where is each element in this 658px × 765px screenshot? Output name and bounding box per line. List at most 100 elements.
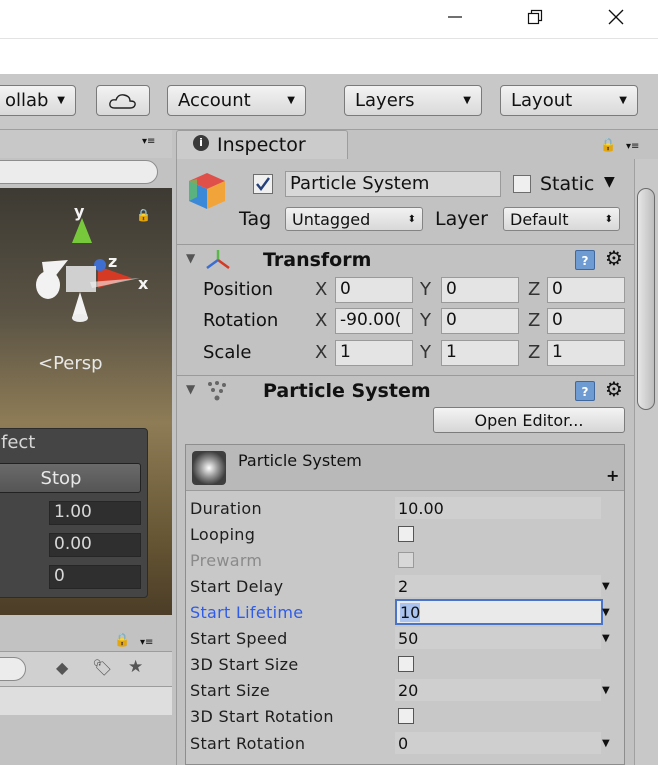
start-size-field[interactable]: 20 [395,679,601,701]
panel-menu-icon[interactable]: ▾≡ [142,136,155,147]
start-delay-dropdown-icon[interactable]: ▼ [602,581,610,592]
label-tag-icon[interactable]: 🏷 [92,658,112,677]
playback-time-value: 0.00 [54,534,92,554]
start-delay-row: Start Delay 2 ▼ [190,573,622,599]
object-name-field[interactable]: Particle System [285,171,501,197]
foldout-arrow-icon[interactable]: ▼ [186,251,195,265]
axis-x-label: X [315,279,328,300]
duration-value: 10.00 [398,498,444,518]
particle-system-header[interactable]: ▼ Particle System ? ⚙ [177,375,635,405]
layer-label: Layer [435,208,488,230]
rotation-y-field[interactable]: 0 [441,308,519,334]
duration-field[interactable]: 10.00 [395,497,601,519]
tag-dropdown[interactable]: Untagged ⬍ [285,207,423,231]
minimize-button[interactable] [432,0,478,34]
panel-menu-icon[interactable]: ▾≡ [140,637,153,648]
axis-y-label: Y [420,279,431,300]
layout-dropdown[interactable]: Layout ▼ [500,85,638,116]
start-rotation-dropdown-icon[interactable]: ▼ [602,738,610,749]
close-button[interactable] [593,0,639,34]
project-search-input[interactable] [0,657,26,681]
particles-count-field[interactable]: 0 [49,565,141,589]
start-lifetime-dropdown-icon[interactable]: ▼ [602,607,610,618]
inspector-tab-label: Inspector [217,134,306,156]
start-delay-label: Start Delay [190,576,284,596]
start-speed-label: Start Speed [190,628,288,648]
persp-text: Persp [53,353,103,374]
3d-start-rotation-label: 3D Start Rotation [190,706,334,726]
axis-x-label: X [315,342,328,363]
scale-z-field[interactable]: 1 [547,340,625,366]
persp-arrow-icon: < [38,353,54,374]
lock-icon[interactable]: 🔒 [600,138,616,153]
lock-icon[interactable]: 🔒 [136,208,151,222]
static-checkbox[interactable] [513,175,531,193]
rotation-z-field[interactable]: 0 [547,308,625,334]
persp-label[interactable]: <Persp [38,353,103,374]
add-module-plus-icon[interactable]: + [606,466,619,485]
cloud-button[interactable] [96,85,150,116]
account-dropdown[interactable]: Account ▼ [167,85,306,116]
playback-time-field[interactable]: 0.00 [49,533,141,557]
open-editor-button[interactable]: Open Editor... [433,407,625,433]
duration-row: Duration 10.00 [190,495,622,521]
lock-icon[interactable]: 🔒 [114,633,130,648]
position-z-field[interactable]: 0 [547,277,625,303]
scale-x-field[interactable]: 1 [335,340,413,366]
gear-icon[interactable]: ⚙ [605,246,623,270]
axis-z-label: Z [528,310,541,331]
playback-speed-field[interactable]: 1.00 [49,501,141,525]
chevron-down-icon: ▼ [287,95,295,106]
module-header[interactable]: Particle System + [186,445,624,491]
gizmo-x-label: x [138,274,149,293]
panel-menu-icon[interactable]: ▾≡ [626,141,639,152]
3d-start-rotation-checkbox[interactable] [398,708,414,724]
layer-value: Default [510,209,569,229]
stop-button[interactable]: Stop [0,463,141,493]
prewarm-checkbox [398,552,414,568]
layer-dropdown[interactable]: Default ⬍ [503,207,620,231]
favorite-star-icon[interactable]: ★ [128,657,143,677]
collab-dropdown[interactable]: ollab ▼ [0,85,76,116]
static-label: Static [540,173,595,195]
start-size-row: Start Size 20 ▼ [190,677,622,703]
static-dropdown-icon[interactable]: ▼ [604,174,615,190]
gameobject-cube-icon [189,173,225,209]
start-rotation-field[interactable]: 0 [395,732,601,754]
scale-y-field[interactable]: 1 [441,340,519,366]
scene-search-input[interactable] [0,160,158,184]
3d-start-size-checkbox[interactable] [398,656,414,672]
rotation-y-value: 0 [446,310,457,330]
position-x-field[interactable]: 0 [335,277,413,303]
start-delay-field[interactable]: 2 [395,575,601,597]
foldout-arrow-icon[interactable]: ▼ [186,382,195,396]
looping-checkbox[interactable] [398,526,414,542]
start-speed-field[interactable]: 50 [395,627,601,649]
tab-inspector[interactable]: i Inspector [176,130,348,160]
position-y-field[interactable]: 0 [441,277,519,303]
collab-label: ollab [5,90,49,111]
layers-dropdown[interactable]: Layers ▼ [344,85,482,116]
rotation-z-value: 0 [552,310,563,330]
transform-header[interactable]: ▼ Transform ? ⚙ [177,244,635,274]
particle-system-icon [208,381,226,401]
start-lifetime-field[interactable]: 10 [395,599,603,625]
effect-title: fect [1,432,36,453]
help-book-icon[interactable]: ? [575,381,595,401]
gear-icon[interactable]: ⚙ [605,377,623,401]
inspector-scroll-thumb[interactable] [637,188,655,410]
particles-count-value: 0 [54,566,65,586]
rotation-x-field[interactable]: -90.00( [335,308,413,334]
scale-z-value: 1 [552,342,563,362]
start-speed-dropdown-icon[interactable]: ▼ [602,633,610,644]
active-checkbox[interactable] [253,174,273,194]
start-size-dropdown-icon[interactable]: ▼ [602,685,610,696]
account-label: Account [178,90,251,111]
filter-type-icon[interactable]: ◆ [56,658,68,677]
3d-start-size-label: 3D Start Size [190,654,299,674]
chevron-down-icon: ▼ [619,95,627,106]
help-book-icon[interactable]: ? [575,250,595,270]
rotation-label: Rotation [203,310,279,331]
maximize-button[interactable] [512,0,558,34]
cloud-icon [109,93,136,109]
